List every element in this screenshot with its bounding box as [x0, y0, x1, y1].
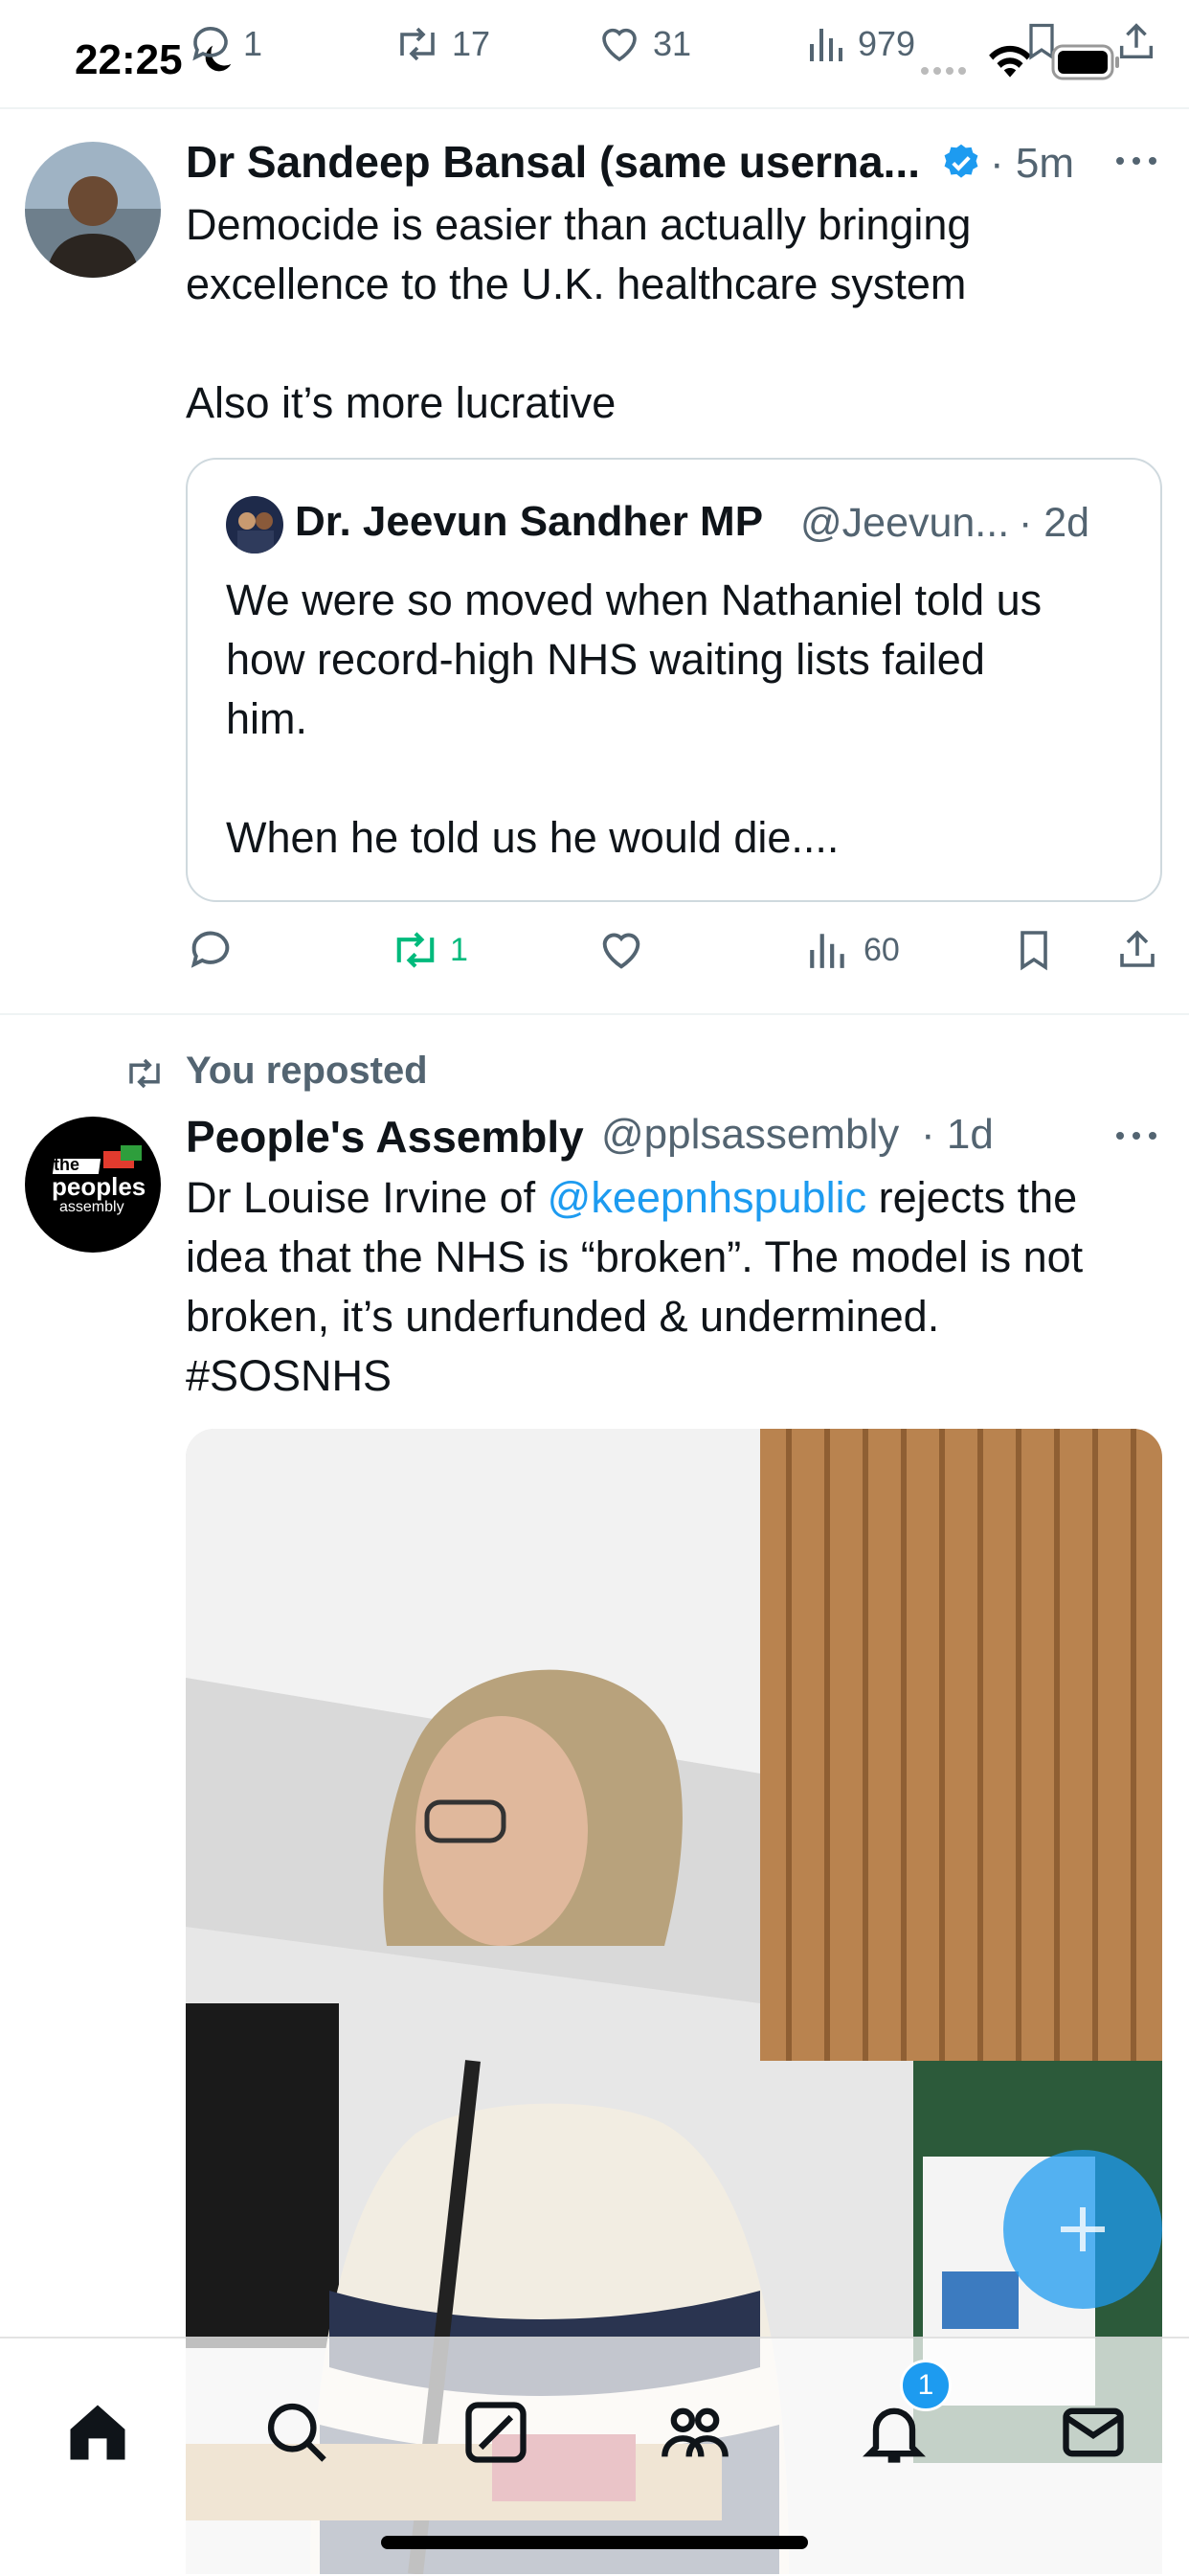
- repost-icon: [400, 27, 435, 61]
- more-icon[interactable]: [1114, 153, 1158, 169]
- repost-button[interactable]: 1: [389, 925, 468, 975]
- top-bar: 22:25 1 17 31 979: [0, 0, 1189, 109]
- mention-link[interactable]: @keepnhspublic: [548, 1173, 866, 1222]
- quote-text-line: how record-high NHS waiting lists failed: [226, 635, 985, 684]
- home-icon[interactable]: [61, 2396, 134, 2469]
- quote-handle: @Jeevun...: [800, 500, 1010, 546]
- mail-icon[interactable]: [1057, 2396, 1130, 2469]
- avatar[interactable]: the peoples assembly: [25, 1117, 161, 1253]
- avatar-photo: [25, 142, 161, 278]
- reply-button[interactable]: [186, 925, 236, 975]
- signal-dots-icon: [921, 67, 966, 75]
- views-icon: [810, 29, 842, 61]
- share-icon-top[interactable]: [1114, 19, 1158, 65]
- tweet-text-line: Also it’s more lucrative: [186, 378, 617, 427]
- prev-like-action[interactable]: 31: [595, 21, 691, 67]
- tweet-text: rejects the: [866, 1173, 1078, 1222]
- avatar-logo-text: peoples: [52, 1172, 146, 1201]
- views-count: 60: [864, 931, 900, 968]
- prev-like-count: 31: [653, 24, 692, 63]
- more-icon[interactable]: [1114, 1128, 1158, 1143]
- repost-icon: [129, 1058, 160, 1089]
- repost-count: 1: [450, 931, 468, 968]
- views-icon: [810, 934, 844, 968]
- quote-avatar: [226, 496, 283, 554]
- plus-icon: [1061, 2207, 1105, 2251]
- home-indicator: [381, 2536, 808, 2549]
- hashtag-link[interactable]: #SOSNHS: [186, 1346, 392, 1406]
- tweet-text-line: Democide is easier than actually bringin…: [186, 200, 972, 249]
- quote-text-line: We were so moved when Nathaniel told us: [226, 576, 1043, 624]
- prev-reply-count: 1: [243, 24, 263, 63]
- quote-text-line: him.: [226, 694, 308, 743]
- quoted-tweet-card[interactable]: Dr. Jeevun Sandher MP @Jeevun... · 2d We…: [186, 458, 1162, 902]
- reply-icon: [192, 27, 228, 61]
- share-button[interactable]: [1114, 925, 1160, 975]
- divider: [0, 1013, 1189, 1015]
- author-name[interactable]: Dr Sandeep Bansal (same userna...: [186, 136, 920, 188]
- tweet-text: Dr Louise Irvine of: [186, 1173, 548, 1222]
- compose-post-button[interactable]: [1003, 2150, 1162, 2309]
- tweet-text-line: Dr Louise Irvine of @keepnhspublic rejec…: [186, 1168, 1077, 1228]
- tweet-text-line: idea that the NHS is “broken”. The model…: [186, 1232, 1084, 1281]
- heart-icon: [602, 933, 640, 969]
- repost-label[interactable]: You reposted: [186, 1050, 428, 1093]
- communities-icon[interactable]: [659, 2396, 731, 2469]
- status-time: 22:25: [75, 36, 183, 83]
- prev-views-action[interactable]: 979: [806, 21, 915, 67]
- notifications-badge: 1: [900, 2360, 952, 2411]
- share-icon: [1120, 930, 1155, 967]
- tweet-time[interactable]: · 5m: [990, 140, 1074, 188]
- grok-icon[interactable]: [460, 2396, 532, 2469]
- reply-icon: [191, 931, 230, 968]
- quote-author-name: Dr. Jeevun Sandher MP: [295, 498, 764, 545]
- prev-views-count: 979: [858, 24, 916, 63]
- heart-icon: [602, 28, 637, 62]
- prev-repost-action[interactable]: 17: [393, 21, 490, 67]
- bookmark-button[interactable]: [1011, 925, 1057, 975]
- verified-badge-icon: [944, 144, 978, 178]
- tweet-time[interactable]: · 1d: [921, 1111, 994, 1159]
- author-handle[interactable]: @pplsassembly: [601, 1111, 899, 1159]
- author-name[interactable]: People's Assembly: [186, 1111, 584, 1163]
- prev-reply-action[interactable]: 1: [188, 21, 262, 67]
- prev-repost-count: 17: [452, 24, 491, 63]
- repost-icon: [396, 932, 435, 968]
- like-button[interactable]: [595, 925, 647, 975]
- bookmark-icon: [1021, 931, 1047, 971]
- tweet-text-line: broken, it’s underfunded & undermined.: [186, 1292, 940, 1341]
- avatar-logo-text: assembly: [59, 1199, 124, 1215]
- avatar[interactable]: [25, 142, 161, 278]
- tweet-text-line: excellence to the U.K. healthcare system: [186, 260, 967, 308]
- views-button[interactable]: 60: [806, 925, 900, 975]
- quote-text-line: When he told us he would die....: [226, 813, 840, 862]
- quote-time: · 2d: [1019, 500, 1090, 546]
- battery-icon: [1051, 44, 1119, 80]
- search-icon[interactable]: [260, 2396, 333, 2469]
- flag-green: [121, 1145, 142, 1161]
